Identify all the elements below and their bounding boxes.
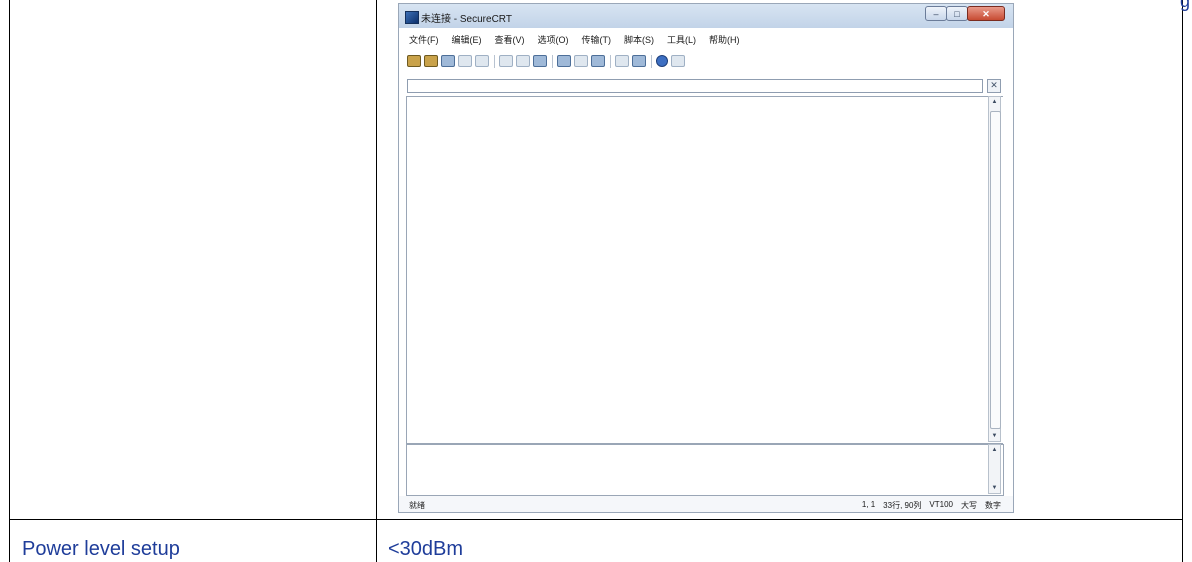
copy-icon[interactable] — [499, 55, 513, 67]
menu-bar: 文件(F) 编辑(E) 查看(V) 选项(O) 传输(T) 脚本(S) 工具(L… — [409, 33, 1013, 47]
maximize-icon: □ — [954, 9, 960, 19]
session-options-icon[interactable] — [591, 55, 605, 67]
help-icon[interactable] — [656, 55, 668, 67]
menu-file[interactable]: 文件(F) — [409, 33, 439, 47]
toolbar-separator — [651, 54, 652, 68]
table-row-divider — [9, 519, 1183, 520]
status-terminal-size: 33行, 90列 — [883, 501, 922, 510]
title-bar: 未连接 - SecureCRT ‒ □ ✕ — [399, 4, 1013, 28]
status-ready: 就绪 — [409, 501, 425, 510]
minimize-icon: ‒ — [933, 9, 939, 19]
securecrt-window: 未连接 - SecureCRT ‒ □ ✕ 文件(F) 编辑(E) 查看(V) … — [398, 3, 1014, 513]
map-keys-icon[interactable] — [615, 55, 629, 67]
menu-tools[interactable]: 工具(L) — [667, 33, 696, 47]
command-address-bar[interactable] — [407, 79, 983, 93]
window-controls: ‒ □ ✕ — [925, 6, 1005, 21]
quick-connect-icon[interactable] — [424, 55, 438, 67]
table-border-right — [1182, 0, 1183, 562]
status-bar: 就绪 1, 1 33行, 90列 VT100 大写 数字 — [399, 496, 1013, 512]
reconnect-icon[interactable] — [458, 55, 472, 67]
menu-edit[interactable]: 编辑(E) — [452, 33, 482, 47]
keymap-icon[interactable] — [632, 55, 646, 67]
menu-view[interactable]: 查看(V) — [495, 33, 525, 47]
window-title: 未连接 - SecureCRT — [421, 14, 512, 25]
status-cursor-position: 1, 1 — [861, 500, 876, 509]
command-window-scrollbar[interactable]: ▲ ▼ — [988, 444, 1001, 494]
status-right: 1, 1 33行, 90列 VT100 大写 数字 — [854, 500, 1001, 511]
scroll-up-icon[interactable]: ▲ — [989, 99, 1000, 105]
toolbar-separator — [610, 54, 611, 68]
find-icon[interactable] — [533, 55, 547, 67]
menu-options[interactable]: 选项(O) — [538, 33, 569, 47]
maximize-button[interactable]: □ — [946, 6, 968, 21]
paste-icon[interactable] — [516, 55, 530, 67]
terminal-area[interactable] — [406, 96, 1003, 444]
close-icon: ✕ — [982, 9, 990, 19]
toolbar-separator — [552, 54, 553, 68]
print-icon[interactable] — [557, 55, 571, 67]
scroll-down-icon[interactable]: ▼ — [989, 485, 1000, 491]
cut-off-text: g — [1179, 0, 1190, 11]
menu-script[interactable]: 脚本(S) — [624, 33, 654, 47]
toolbar — [407, 52, 688, 70]
terminal-scrollbar[interactable]: ▲ ▼ — [988, 96, 1001, 442]
command-window[interactable] — [406, 444, 1004, 496]
print-setup-icon[interactable] — [574, 55, 588, 67]
minimize-button[interactable]: ‒ — [925, 6, 947, 21]
connect-tab-icon[interactable] — [441, 55, 455, 67]
close-button[interactable]: ✕ — [967, 6, 1005, 21]
securecrt-app-icon — [405, 11, 419, 24]
toolbar-overflow-icon[interactable] — [671, 55, 685, 67]
scroll-down-icon[interactable]: ▼ — [989, 433, 1000, 439]
address-bar-close-icon[interactable]: ✕ — [987, 79, 1001, 93]
scrollbar-thumb[interactable] — [990, 111, 1001, 429]
toolbar-separator — [494, 54, 495, 68]
disconnect-icon[interactable] — [475, 55, 489, 67]
table-border-left — [9, 0, 10, 562]
status-caps: 大写 — [961, 501, 977, 510]
menu-help[interactable]: 帮助(H) — [709, 33, 740, 47]
scroll-up-icon[interactable]: ▲ — [989, 447, 1000, 453]
connect-icon[interactable] — [407, 55, 421, 67]
power-level-value: <30dBm — [388, 538, 464, 560]
status-terminal-type: VT100 — [929, 500, 953, 509]
table-border-middle — [376, 0, 377, 562]
status-num: 数字 — [985, 501, 1001, 510]
power-level-label: Power level setup — [22, 538, 180, 560]
menu-transfer[interactable]: 传输(T) — [582, 33, 612, 47]
